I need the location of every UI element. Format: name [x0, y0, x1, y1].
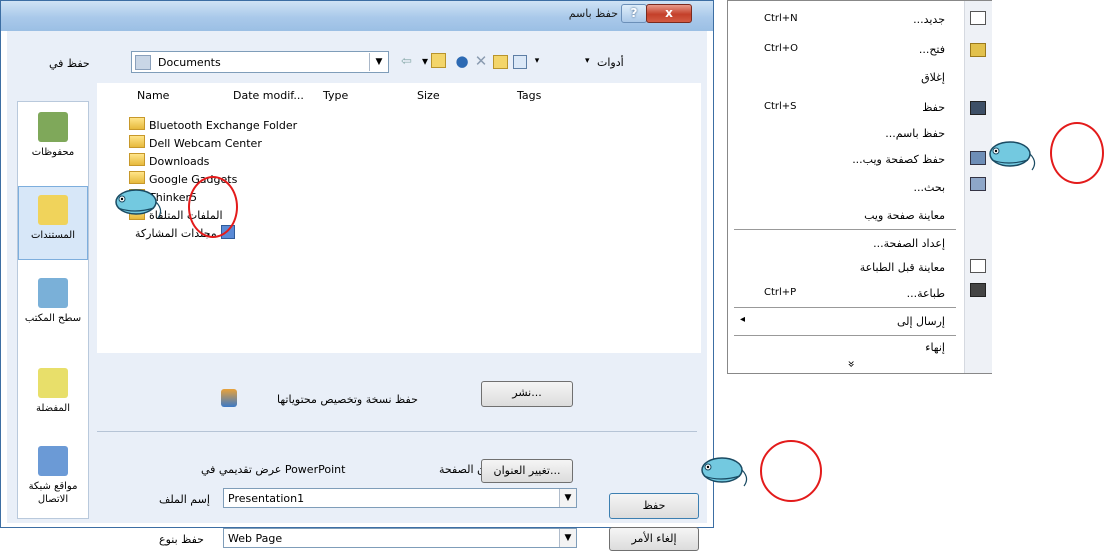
list-item[interactable]: Bluetooth Exchange Folder	[129, 117, 297, 135]
filename-value: Presentation1	[228, 492, 305, 505]
filetype-value: Web Page	[228, 532, 283, 545]
menu-item-search[interactable]: بحث...	[914, 181, 945, 194]
publish-button[interactable]: نشر...	[481, 381, 573, 407]
mouse-pointer-icon	[115, 189, 162, 219]
dialog-title: حفظ باسم	[568, 7, 618, 20]
back-arrow-icon[interactable]: ⇦	[401, 54, 412, 69]
folder-icon	[135, 55, 151, 70]
place-favorites[interactable]: المفضلة	[18, 360, 88, 434]
menu-item-send-to[interactable]: إرسال إلى	[897, 315, 945, 328]
desktop-icon	[38, 278, 68, 308]
help-button[interactable]: ?	[621, 4, 647, 23]
history-icon	[38, 112, 68, 142]
list-item[interactable]: Downloads	[129, 153, 209, 171]
mouse-pointer-icon	[989, 141, 1036, 171]
column-header-tags[interactable]: Tags	[517, 89, 541, 102]
menu-separator	[734, 229, 956, 230]
shortcut-print: Ctrl+P	[764, 287, 797, 298]
chevron-down-icon[interactable]: ▼	[369, 53, 388, 71]
search-icon	[970, 177, 986, 191]
filetype-select[interactable]: Web Page ▼	[223, 528, 577, 548]
publish-icon	[221, 389, 237, 407]
divider	[97, 431, 697, 432]
place-history[interactable]: محفوظات	[18, 104, 88, 178]
file-list[interactable]: Name Date modif... Type Size Tags Blueto…	[97, 83, 701, 353]
folder-icon	[129, 171, 145, 184]
up-folder-icon[interactable]	[431, 53, 446, 68]
places-bar: محفوظات المستندات سطح المكتب المفضلة موا…	[17, 101, 89, 519]
new-folder-icon[interactable]	[493, 55, 508, 69]
search-web-icon[interactable]: ●	[454, 53, 470, 69]
tools-menu[interactable]: أدوات	[597, 56, 624, 69]
expand-menu-icon[interactable]: »	[845, 360, 859, 367]
column-header-name[interactable]: Name	[137, 89, 169, 102]
network-places-icon	[38, 446, 68, 476]
column-header-type[interactable]: Type	[323, 89, 348, 102]
menu-item-close[interactable]: إغلاق	[921, 71, 945, 84]
highlight-circle	[188, 176, 238, 238]
menu-item-print-preview[interactable]: معاينة قبل الطباعة	[860, 261, 945, 274]
menu-item-new[interactable]: جديد...	[913, 13, 945, 26]
menu-item-exit[interactable]: إنهاء	[925, 341, 945, 354]
new-icon	[970, 11, 986, 25]
place-documents[interactable]: المستندات	[18, 186, 88, 260]
highlight-circle	[1050, 122, 1104, 184]
column-header-date[interactable]: Date modif...	[233, 89, 304, 102]
dialog-body: حفظ في Documents ▼ ⇦ ▾ ● ✕ ▾ أدوات ▾ محف…	[7, 31, 707, 551]
menu-item-open[interactable]: فتح...	[919, 43, 945, 56]
save-as-dialog: حفظ باسم ? x حفظ في Documents ▼ ⇦ ▾ ● ✕ …	[0, 0, 714, 551]
shortcut-open: Ctrl+O	[764, 43, 799, 54]
menu-item-web-preview[interactable]: معاينة صفحة ويب	[864, 209, 945, 222]
column-header-size[interactable]: Size	[417, 89, 440, 102]
save-in-label: حفظ في	[49, 57, 90, 70]
page-title-value: عرض تقديمي في PowerPoint	[201, 463, 346, 476]
menu-item-save[interactable]: حفظ	[922, 101, 945, 114]
chevron-down-icon[interactable]: ▼	[559, 529, 576, 547]
highlight-circle	[760, 440, 822, 502]
mouse-pointer-icon	[701, 457, 748, 487]
delete-icon[interactable]: ✕	[473, 53, 489, 69]
views-icon[interactable]	[513, 55, 527, 69]
filename-label: إسم الملف	[159, 493, 210, 506]
folder-icon	[129, 117, 145, 130]
place-network[interactable]: مواقع شبكة الاتصال	[18, 438, 88, 518]
publish-description: حفظ نسخة وتخصيص محتوياتها	[277, 393, 418, 406]
location-value: Documents	[158, 56, 221, 69]
tools-dropdown-icon[interactable]: ▾	[585, 56, 590, 66]
shortcut-new: Ctrl+N	[764, 13, 798, 24]
list-item[interactable]: Dell Webcam Center	[129, 135, 262, 153]
documents-folder-icon	[38, 195, 68, 225]
views-dropdown-icon[interactable]: ▾	[529, 53, 545, 69]
cancel-button[interactable]: إلغاء الأمر	[609, 527, 699, 551]
menu-separator	[734, 335, 956, 336]
close-button[interactable]: x	[646, 4, 692, 23]
place-desktop[interactable]: سطح المكتب	[18, 270, 88, 344]
submenu-arrow-icon: ◂	[740, 314, 746, 325]
folder-icon	[129, 135, 145, 148]
print-preview-icon	[970, 259, 986, 273]
open-icon	[970, 43, 986, 57]
location-combobox[interactable]: Documents ▼	[131, 51, 389, 73]
menu-item-save-as-web[interactable]: حفظ كصفحة ويب...	[852, 153, 945, 166]
folder-icon	[129, 153, 145, 166]
change-title-button[interactable]: تغيير العنوان...	[481, 459, 573, 483]
menu-item-save-as[interactable]: حفظ باسم...	[885, 127, 945, 140]
chevron-down-icon[interactable]: ▼	[559, 489, 576, 507]
menu-item-print[interactable]: طباعة...	[907, 287, 945, 300]
filename-field[interactable]: Presentation1 ▼	[223, 488, 577, 508]
menu-item-page-setup[interactable]: إعداد الصفحة...	[873, 237, 945, 250]
file-menu: جديد... Ctrl+N فتح... Ctrl+O إغلاق حفظ C…	[727, 0, 992, 374]
save-button[interactable]: حفظ	[609, 493, 699, 519]
favorites-icon	[38, 368, 68, 398]
shortcut-save: Ctrl+S	[764, 101, 797, 112]
print-icon	[970, 283, 986, 297]
menu-separator	[734, 307, 956, 308]
save-icon	[970, 101, 986, 115]
title-bar[interactable]: حفظ باسم ? x	[1, 1, 713, 31]
